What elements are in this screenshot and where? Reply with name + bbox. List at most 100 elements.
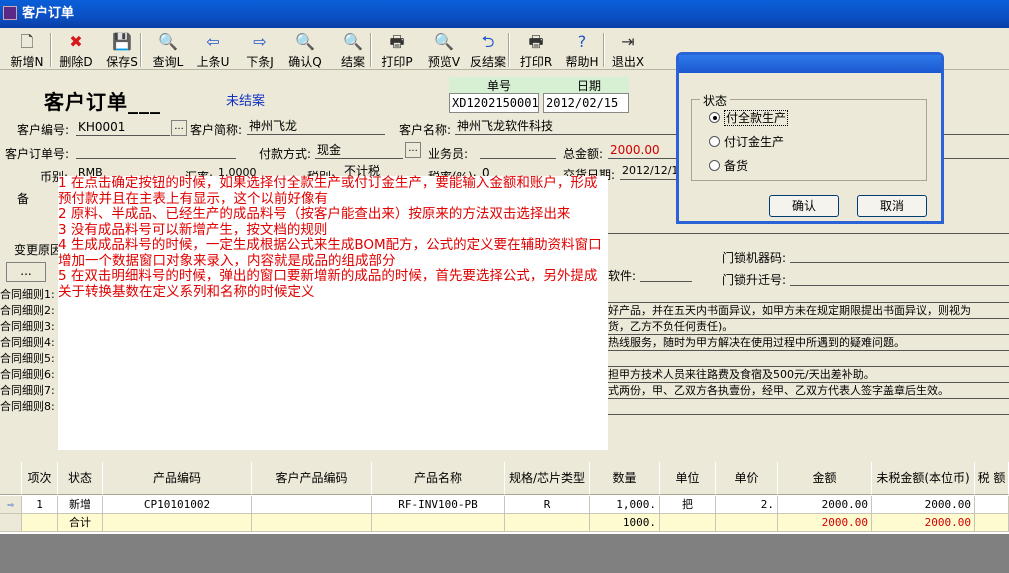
table-cell-6[interactable]: R <box>505 496 590 514</box>
table-cell-4[interactable] <box>252 496 372 514</box>
radio-button-icon[interactable] <box>709 112 720 123</box>
note-item-3: 3 没有成品料号可以新增产生，按文档的规则 <box>58 221 328 238</box>
radio-button-icon[interactable] <box>709 160 720 171</box>
grid-header-2[interactable]: 状态 <box>58 462 103 495</box>
toolbar-new-button[interactable]: 🗋 新增N <box>8 32 46 70</box>
total-cell-1 <box>22 514 58 532</box>
cust-order-label: 客户订单号: <box>5 147 70 161</box>
lock-upgrade-field[interactable] <box>790 285 1009 286</box>
grid-header-12[interactable]: 税 额 <box>975 462 1009 495</box>
floppy-disk-icon: 💾 <box>112 32 132 51</box>
toolbar-next-button[interactable]: ⇨ 下条J <box>241 32 279 70</box>
toolbar-exit-button[interactable]: ⇥ 退出X <box>609 32 647 70</box>
contract-detail-field-4[interactable]: 热线服务，随时为甲方解决在使用过程中所遇到的疑难问题。 <box>608 335 1009 351</box>
toolbar-delete-label: 删除D <box>59 55 93 69</box>
app-icon <box>3 6 17 20</box>
contract-detail-field-1[interactable] <box>608 287 1009 303</box>
toolbar-confirm-button[interactable]: 🔍 确认Q <box>286 32 324 70</box>
delivery-field[interactable]: 2012/12/1 <box>620 163 680 180</box>
status-option-3[interactable]: 备货 <box>709 157 748 174</box>
grid-corner <box>0 462 22 495</box>
toolbar-delete-button[interactable]: ✖ 删除D <box>57 32 95 70</box>
grid-header-5[interactable]: 产品名称 <box>372 462 505 495</box>
status-option-1[interactable]: 付全款生产 <box>709 109 789 126</box>
table-cell-7[interactable]: 1,000. <box>590 496 660 514</box>
grid-header-6[interactable]: 规格/芯片类型 <box>505 462 590 495</box>
grid-header-9[interactable]: 单价 <box>716 462 778 495</box>
table-cell-8[interactable]: 把 <box>660 496 716 514</box>
table-cell-3[interactable]: CP10101002 <box>103 496 252 514</box>
total-cell-7: 1000. <box>590 514 660 532</box>
toolbar-print-button[interactable]: 🖶 打印P <box>378 32 416 70</box>
toolbar-printr-button[interactable]: 🖶 打印R <box>517 32 555 70</box>
status-dialog: 状态 付全款生产 付订金生产 备货 确认 取消 <box>676 52 944 224</box>
contract-detail-label-2: 合同细则2: <box>0 304 55 317</box>
salesman-field[interactable] <box>480 143 556 159</box>
total-cell-5 <box>372 514 505 532</box>
software-field[interactable] <box>640 281 692 282</box>
magnifier-icon: 🔍 <box>295 32 315 51</box>
remark-line <box>608 233 1009 234</box>
toolbar-save-label: 保存S <box>106 55 138 69</box>
contract-detail-field-8[interactable] <box>608 399 1009 415</box>
dialog-confirm-button[interactable]: 确认 <box>769 195 839 217</box>
grid-header-3[interactable]: 产品编码 <box>103 462 252 495</box>
table-cell-5[interactable]: RF-INV100-PB <box>372 496 505 514</box>
status-option-2[interactable]: 付订金生产 <box>709 133 784 150</box>
arrow-left-icon: ⇦ <box>206 32 220 51</box>
date-field[interactable]: 2012/02/15 <box>543 93 629 113</box>
contract-detail-label-5: 合同细则5: <box>0 352 55 365</box>
grid-header-7[interactable]: 数量 <box>590 462 660 495</box>
toolbar-separator <box>603 33 605 67</box>
cust-order-field[interactable] <box>76 143 236 159</box>
payment-field[interactable]: 现金 <box>315 142 403 159</box>
return-arrow-icon: ⮌ <box>481 32 495 51</box>
status-option-label: 备货 <box>724 159 749 173</box>
toolbar-query-button[interactable]: 🔍 查询L <box>149 32 187 70</box>
toolbar-save-button[interactable]: 💾 保存S <box>103 32 141 70</box>
contract-detail-field-2[interactable]: 好产品，并在五天内书面异议，如甲方未在规定期限提出书面异议，则视为 <box>608 303 1009 319</box>
contract-detail-field-7[interactable]: 式两份，甲、乙双方各执壹份，经甲、乙双方代表人签字盖章后生效。 <box>608 383 1009 399</box>
customer-short-field[interactable]: 神州飞龙 <box>247 118 385 135</box>
total-cell-11: 2000.00 <box>872 514 975 532</box>
change-reason-button[interactable]: ... <box>6 262 46 282</box>
total-cell-9 <box>716 514 778 532</box>
order-no-field[interactable]: XD1202150001 <box>449 93 539 113</box>
grid-header-1[interactable]: 项次 <box>22 462 58 495</box>
status-label: 未结案 <box>226 94 266 109</box>
toolbar-reopen-button[interactable]: ⮌ 反结案 <box>469 32 507 70</box>
grid-header-8[interactable]: 单位 <box>660 462 716 495</box>
dialog-title-bar <box>679 55 941 73</box>
radio-button-icon[interactable] <box>709 136 720 147</box>
table-cell-1[interactable]: 1 <box>22 496 58 514</box>
toolbar-separator <box>370 33 372 67</box>
payment-lookup-button[interactable]: ... <box>405 142 421 158</box>
printer-icon: 🖶 <box>389 32 405 51</box>
contract-detail-label-8: 合同细则8: <box>0 400 55 413</box>
table-cell-12[interactable] <box>975 496 1009 514</box>
customer-code-field[interactable]: KH0001 <box>76 119 170 136</box>
toolbar-new-label: 新增N <box>10 55 44 69</box>
contract-detail-field-5[interactable] <box>608 351 1009 367</box>
toolbar-prev-button[interactable]: ⇦ 上条U <box>194 32 232 70</box>
toolbar-help-button[interactable]: ? 帮助H <box>563 32 601 70</box>
grid-header-4[interactable]: 客户产品编码 <box>252 462 372 495</box>
table-cell-11[interactable]: 2000.00 <box>872 496 975 514</box>
customer-code-label: 客户编号: <box>17 123 70 137</box>
contract-detail-field-6[interactable]: 担甲方技术人员来往路费及食宿及500元/天出差补助。 <box>608 367 1009 383</box>
title-bar: 客户订单 <box>0 0 1009 28</box>
table-cell-2[interactable]: 新增 <box>58 496 103 514</box>
customer-lookup-button[interactable]: ... <box>171 120 187 136</box>
grid-header-11[interactable]: 未税金额(本位币) <box>872 462 975 495</box>
contract-detail-field-3[interactable]: 货，乙方不负任何责任)。 <box>608 319 1009 335</box>
total-cell-3 <box>103 514 252 532</box>
toolbar-preview-button[interactable]: 🔍 预览V <box>425 32 463 70</box>
toolbar-close-button[interactable]: 🔍 结案 <box>334 32 372 70</box>
dialog-cancel-button[interactable]: 取消 <box>857 195 927 217</box>
delete-x-icon: ✖ <box>69 32 83 51</box>
table-cell-10[interactable]: 2000.00 <box>778 496 872 514</box>
total-cell-12 <box>975 514 1009 532</box>
table-cell-9[interactable]: 2. <box>716 496 778 514</box>
lock-machine-field[interactable] <box>790 262 1009 263</box>
grid-header-10[interactable]: 金额 <box>778 462 872 495</box>
